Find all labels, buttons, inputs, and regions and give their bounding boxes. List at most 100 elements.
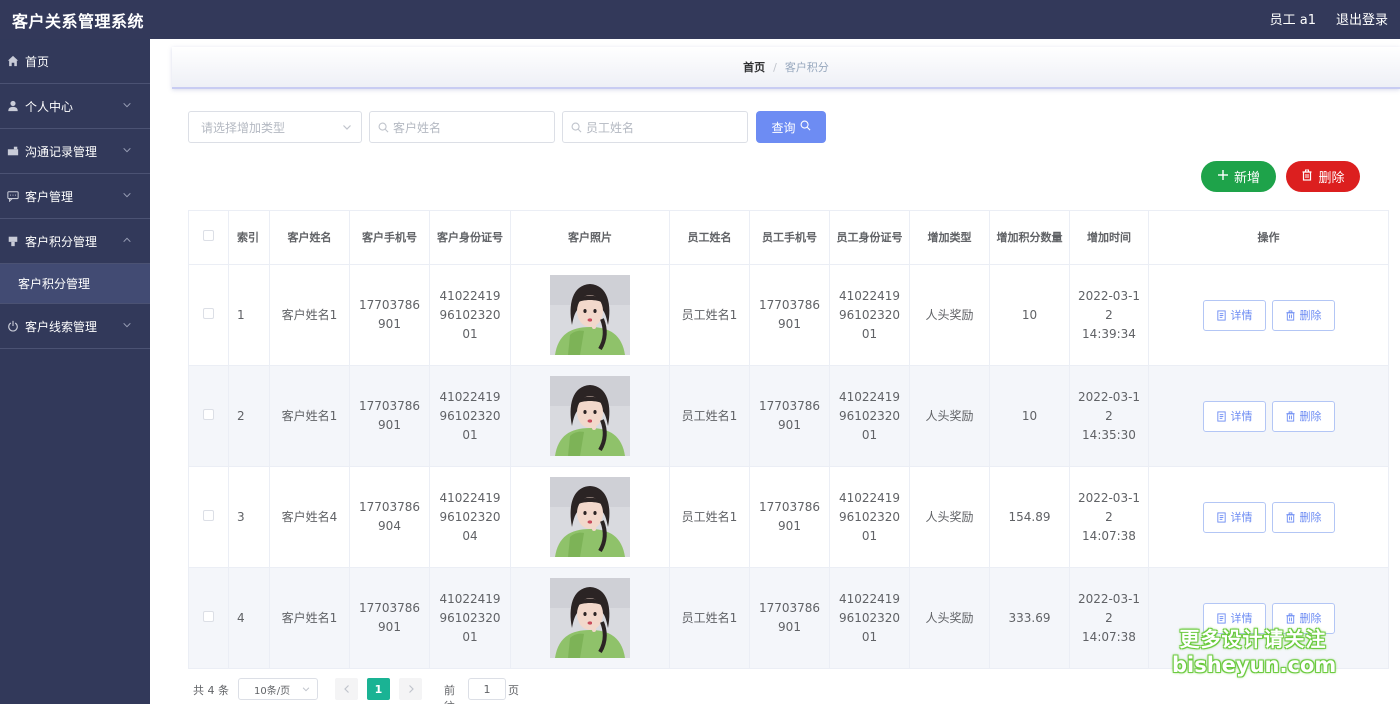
- sidebar: 首页 个人中心 沟通记录管理 客户管理 客户积分管理 客户积分管理 客户线索管理: [0, 39, 150, 704]
- cell-time: 2022-03-12 14:35:30: [1069, 365, 1149, 467]
- delete-button-label: 删除: [1318, 171, 1345, 186]
- cell-operations: 详情 删除: [1148, 466, 1389, 568]
- sidebar-item-label: 客户管理: [25, 189, 74, 204]
- row-delete-button[interactable]: 删除: [1271, 501, 1335, 533]
- breadcrumb-home[interactable]: 首页: [743, 59, 765, 75]
- power-icon: [6, 319, 20, 333]
- cell-employee-name: 员工姓名1: [669, 567, 750, 669]
- cell-index: 1: [228, 264, 270, 366]
- customer-photo: [550, 275, 630, 355]
- row-checkbox[interactable]: [188, 264, 229, 366]
- chevron-down-icon: [122, 319, 134, 331]
- page-size-select[interactable]: 10条/页: [238, 678, 318, 700]
- table-row: 3 客户姓名4 17703786904 410224199610232004 员…: [188, 466, 1389, 568]
- watermark: 更多设计请关注 bisheyun.com: [1172, 626, 1336, 678]
- cell-clock: 14:39:34: [1082, 326, 1136, 341]
- chevron-down-icon: [341, 121, 353, 133]
- row-checkbox[interactable]: [188, 466, 229, 568]
- goto-page-input[interactable]: [468, 678, 506, 700]
- sidebar-item-customers[interactable]: 客户管理: [0, 174, 150, 219]
- column-header: 客户手机号: [349, 210, 430, 265]
- query-button[interactable]: 查询: [756, 111, 826, 143]
- goto-label: 前往: [444, 684, 455, 704]
- delete-button[interactable]: 删除: [1286, 161, 1360, 192]
- trash-icon: [1285, 410, 1295, 422]
- row-delete-button[interactable]: 删除: [1271, 299, 1335, 331]
- select-all-checkbox[interactable]: [188, 210, 229, 265]
- detail-button-label: 详情: [1230, 409, 1253, 423]
- next-page-button[interactable]: [399, 678, 422, 700]
- plus-icon: [1217, 169, 1234, 185]
- customer-photo: [550, 477, 630, 557]
- sidebar-item-label: 客户积分管理: [25, 234, 98, 249]
- cell-points: 154.89: [989, 466, 1070, 568]
- type-select[interactable]: 请选择增加类型: [188, 111, 362, 143]
- cell-employee-id: 410224199610232001: [829, 264, 910, 366]
- cell-type: 人头奖励: [909, 466, 990, 568]
- sidebar-item-communication[interactable]: 沟通记录管理: [0, 129, 150, 174]
- document-icon: [1216, 410, 1226, 422]
- row-delete-button[interactable]: 删除: [1271, 400, 1335, 432]
- watermark-line1: 更多设计请关注: [1179, 627, 1327, 651]
- page-number[interactable]: 1: [367, 678, 390, 700]
- type-select-placeholder: 请选择增加类型: [201, 120, 286, 135]
- sidebar-item-leads[interactable]: 客户线索管理: [0, 304, 150, 349]
- row-delete-button-label: 删除: [1299, 308, 1322, 322]
- employee-name-placeholder: 员工姓名: [586, 120, 635, 135]
- cell-customer-id: 410224199610232001: [429, 365, 511, 467]
- logout-link[interactable]: 退出登录: [1336, 9, 1388, 28]
- query-button-label: 查询: [771, 120, 796, 135]
- page-size-value: 10条/页: [254, 685, 291, 697]
- cell-type: 人头奖励: [909, 264, 990, 366]
- cell-customer-id: 410224199610232004: [429, 466, 511, 568]
- row-checkbox[interactable]: [188, 365, 229, 467]
- chevron-down-icon: [122, 99, 134, 111]
- cell-points: 333.69: [989, 567, 1070, 669]
- breadcrumb-separator: /: [773, 60, 777, 74]
- detail-button[interactable]: 详情: [1202, 400, 1266, 432]
- detail-button-label: 详情: [1230, 611, 1253, 625]
- sidebar-item-points[interactable]: 客户积分管理: [0, 219, 150, 264]
- chevron-right-icon: [408, 685, 414, 693]
- sidebar-item-profile[interactable]: 个人中心: [0, 84, 150, 129]
- pagination-total: 共 4 条: [193, 684, 229, 697]
- cell-employee-phone: 17703786901: [749, 567, 830, 669]
- column-header: 客户姓名: [269, 210, 350, 265]
- cell-time: 2022-03-12 14:07:38: [1069, 567, 1149, 669]
- cell-index: 2: [228, 365, 270, 467]
- detail-button[interactable]: 详情: [1202, 299, 1266, 331]
- cell-index: 3: [228, 466, 270, 568]
- document-icon: [1216, 309, 1226, 321]
- cell-employee-id: 410224199610232001: [829, 466, 910, 568]
- table-row: 2 客户姓名1 17703786901 410224199610232001 员…: [188, 365, 1389, 467]
- cell-customer-name: 客户姓名1: [269, 567, 350, 669]
- search-icon: [796, 120, 811, 134]
- employee-name-input[interactable]: 员工姓名: [562, 111, 748, 143]
- top-bar: 客户关系管理系统 员工 a1 退出登录: [0, 0, 1400, 39]
- cell-employee-phone: 17703786901: [749, 264, 830, 366]
- cell-employee-name: 员工姓名1: [669, 466, 750, 568]
- page-unit-label: 页: [508, 684, 519, 697]
- add-button-label: 新增: [1233, 171, 1260, 186]
- cell-date: 2022-03-12: [1077, 591, 1141, 625]
- detail-button[interactable]: 详情: [1202, 501, 1266, 533]
- chevron-left-icon: [343, 685, 349, 693]
- prev-page-button[interactable]: [335, 678, 358, 700]
- cell-employee-phone: 17703786901: [749, 466, 830, 568]
- user-icon: [6, 99, 20, 113]
- trash-icon: [1285, 511, 1295, 523]
- breadcrumb-current: 客户积分: [784, 61, 829, 74]
- submenu-item-points-management[interactable]: 客户积分管理: [0, 264, 150, 304]
- cell-time: 2022-03-12 14:39:34: [1069, 264, 1149, 366]
- row-checkbox[interactable]: [188, 567, 229, 669]
- column-header: 增加类型: [909, 210, 990, 265]
- customer-name-input[interactable]: 客户姓名: [369, 111, 555, 143]
- column-header: 增加积分数量: [989, 210, 1070, 265]
- cell-customer-phone: 17703786901: [349, 365, 430, 467]
- sidebar-item-home[interactable]: 首页: [0, 39, 150, 84]
- customer-name-placeholder: 客户姓名: [393, 120, 442, 135]
- cell-customer-photo: [510, 567, 670, 669]
- cell-employee-name: 员工姓名1: [669, 264, 750, 366]
- cell-time: 2022-03-12 14:07:38: [1069, 466, 1149, 568]
- add-button[interactable]: 新增: [1201, 161, 1276, 192]
